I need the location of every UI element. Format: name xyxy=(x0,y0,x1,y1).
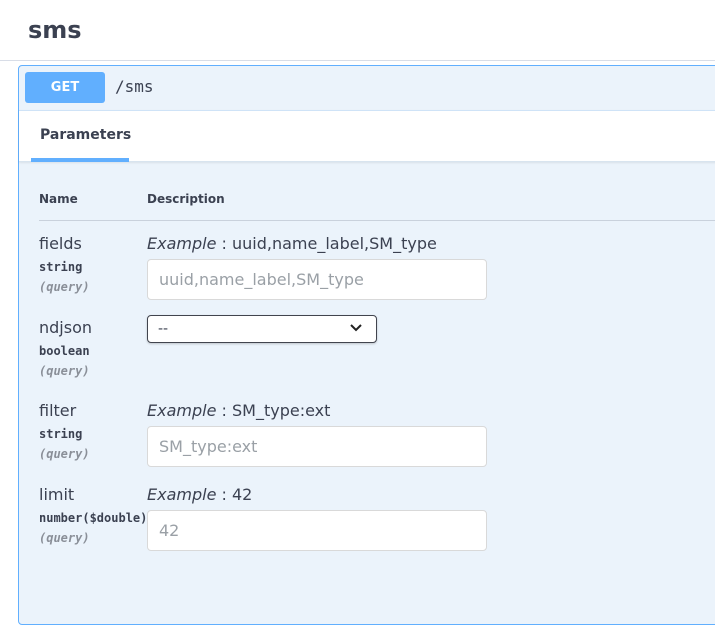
param-name-limit: limit xyxy=(39,485,75,504)
param-example-fields: Example : uuid,name_label,SM_type xyxy=(147,234,437,253)
tag-title: sms xyxy=(28,16,82,44)
operation-path: /sms xyxy=(115,77,154,96)
header-divider xyxy=(39,220,715,221)
ndjson-select[interactable]: -- xyxy=(147,315,377,343)
column-header-name: Name xyxy=(39,192,78,206)
ndjson-selected-value: -- xyxy=(158,321,169,337)
operation-block-get-sms: GET /sms Parameters Name Description fie… xyxy=(18,65,715,625)
chevron-down-icon xyxy=(350,324,362,332)
fields-input[interactable]: uuid,name_label,SM_type xyxy=(147,259,487,300)
param-name-fields: fields xyxy=(39,234,82,253)
param-in-ndjson: (query) xyxy=(39,364,90,378)
param-type-limit: number($double) xyxy=(39,511,148,525)
operation-summary[interactable]: GET /sms xyxy=(19,66,715,110)
filter-input[interactable]: SM_type:ext xyxy=(147,426,487,467)
tag-header[interactable]: sms xyxy=(0,0,715,61)
param-in-fields: (query) xyxy=(39,280,90,294)
tab-label: Parameters xyxy=(40,127,132,143)
param-in-limit: (query) xyxy=(39,531,90,545)
param-name-ndjson: ndjson xyxy=(39,318,93,337)
limit-input[interactable]: 42 xyxy=(147,510,487,551)
column-header-description: Description xyxy=(147,192,225,206)
param-in-filter: (query) xyxy=(39,447,90,461)
param-type-fields: string xyxy=(39,260,83,274)
param-example-filter: Example : SM_type:ext xyxy=(147,401,331,420)
method-badge: GET xyxy=(25,72,105,103)
param-name-filter: filter xyxy=(39,401,77,420)
param-type-ndjson: boolean xyxy=(39,344,90,358)
tabs-bar: Parameters xyxy=(19,110,715,162)
tab-parameters[interactable]: Parameters xyxy=(31,111,132,162)
param-example-limit: Example : 42 xyxy=(147,485,253,504)
param-type-filter: string xyxy=(39,427,83,441)
